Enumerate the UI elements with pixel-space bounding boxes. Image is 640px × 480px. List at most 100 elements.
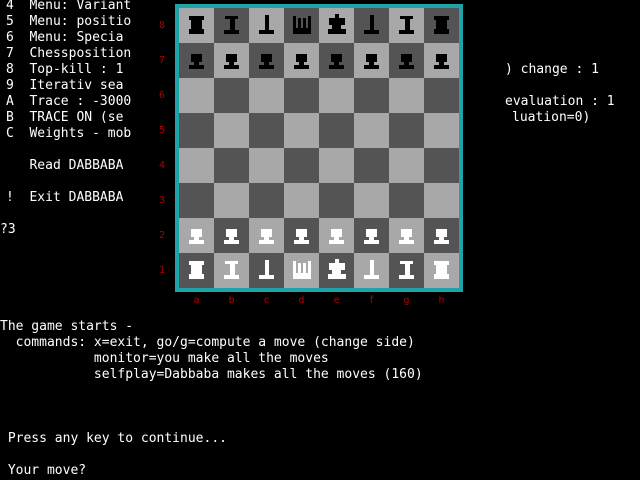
- square-c5[interactable]: [249, 113, 284, 148]
- square-d4[interactable]: [284, 148, 319, 183]
- menu-item-top-kill[interactable]: 8 Top-kill : 1: [6, 62, 123, 78]
- rank-label-6: 6: [158, 90, 166, 101]
- square-g1[interactable]: [389, 253, 424, 288]
- white-rook-icon: [434, 261, 449, 279]
- square-f4[interactable]: [354, 148, 389, 183]
- square-g3[interactable]: [389, 183, 424, 218]
- square-d5[interactable]: [284, 113, 319, 148]
- square-a6[interactable]: [179, 78, 214, 113]
- menu-item-iterative-search[interactable]: 9 Iterativ sea: [6, 78, 123, 94]
- square-f8[interactable]: [354, 8, 389, 43]
- square-e5[interactable]: [319, 113, 354, 148]
- file-label-e: e: [333, 295, 340, 306]
- square-e7[interactable]: [319, 43, 354, 78]
- square-f7[interactable]: [354, 43, 389, 78]
- square-a4[interactable]: [179, 148, 214, 183]
- square-g6[interactable]: [389, 78, 424, 113]
- square-b4[interactable]: [214, 148, 249, 183]
- commands-line-3: selfplay=Dabbaba makes all the moves (16…: [0, 367, 423, 382]
- square-e2[interactable]: [319, 218, 354, 253]
- right-text-evaluation-zero: luation=0): [512, 110, 591, 125]
- square-d6[interactable]: [284, 78, 319, 113]
- square-h3[interactable]: [424, 183, 459, 218]
- square-a8[interactable]: [179, 8, 214, 43]
- right-text-evaluation: evaluation : 1: [505, 94, 615, 109]
- square-e6[interactable]: [319, 78, 354, 113]
- square-a1[interactable]: [179, 253, 214, 288]
- menu-item-position[interactable]: 5 Menu: positio: [6, 14, 131, 30]
- white-bishop-icon: [364, 260, 379, 279]
- menu-item-chessposition[interactable]: 7 Chessposition: [6, 46, 131, 62]
- square-g8[interactable]: [389, 8, 424, 43]
- square-c7[interactable]: [249, 43, 284, 78]
- white-bishop-icon: [259, 260, 274, 279]
- white-pawn-icon: [189, 229, 204, 244]
- square-h2[interactable]: [424, 218, 459, 253]
- menu-item-exit[interactable]: ! Exit DABBABA: [6, 190, 123, 206]
- input-prompt: ?3: [0, 222, 16, 237]
- your-move-prompt[interactable]: Your move?: [0, 463, 86, 479]
- square-h5[interactable]: [424, 113, 459, 148]
- square-d1[interactable]: [284, 253, 319, 288]
- square-h4[interactable]: [424, 148, 459, 183]
- black-pawn-icon: [399, 54, 414, 69]
- menu-item-trace[interactable]: A Trace : -3000: [6, 94, 131, 110]
- square-h1[interactable]: [424, 253, 459, 288]
- square-f6[interactable]: [354, 78, 389, 113]
- menu-item-variant[interactable]: 4 Menu: Variant: [6, 0, 131, 14]
- square-f2[interactable]: [354, 218, 389, 253]
- square-b3[interactable]: [214, 183, 249, 218]
- file-label-d: d: [298, 295, 305, 306]
- square-b6[interactable]: [214, 78, 249, 113]
- square-d2[interactable]: [284, 218, 319, 253]
- square-b8[interactable]: [214, 8, 249, 43]
- square-e8[interactable]: [319, 8, 354, 43]
- square-e3[interactable]: [319, 183, 354, 218]
- square-d8[interactable]: [284, 8, 319, 43]
- square-g2[interactable]: [389, 218, 424, 253]
- square-f1[interactable]: [354, 253, 389, 288]
- square-d7[interactable]: [284, 43, 319, 78]
- square-h6[interactable]: [424, 78, 459, 113]
- square-a5[interactable]: [179, 113, 214, 148]
- square-a3[interactable]: [179, 183, 214, 218]
- menu-item-weights[interactable]: C Weights - mob: [6, 126, 131, 142]
- white-pawn-icon: [434, 229, 449, 244]
- square-c2[interactable]: [249, 218, 284, 253]
- square-e1[interactable]: [319, 253, 354, 288]
- white-knight-icon: [399, 261, 414, 279]
- press-key-message: Press any key to continue...: [0, 431, 227, 446]
- square-g4[interactable]: [389, 148, 424, 183]
- game-start-message: The game starts -: [0, 319, 134, 334]
- square-c6[interactable]: [249, 78, 284, 113]
- square-b5[interactable]: [214, 113, 249, 148]
- white-queen-icon: [293, 261, 311, 279]
- square-c8[interactable]: [249, 8, 284, 43]
- square-b1[interactable]: [214, 253, 249, 288]
- white-pawn-icon: [364, 229, 379, 244]
- rank-label-2: 2: [158, 230, 166, 241]
- rank-label-3: 3: [158, 195, 166, 206]
- square-h7[interactable]: [424, 43, 459, 78]
- square-f5[interactable]: [354, 113, 389, 148]
- square-g5[interactable]: [389, 113, 424, 148]
- square-c3[interactable]: [249, 183, 284, 218]
- square-b7[interactable]: [214, 43, 249, 78]
- square-b2[interactable]: [214, 218, 249, 253]
- square-g7[interactable]: [389, 43, 424, 78]
- square-c4[interactable]: [249, 148, 284, 183]
- menu-item-special[interactable]: 6 Menu: Specia: [6, 30, 123, 46]
- rank-label-1: 1: [158, 265, 166, 276]
- square-c1[interactable]: [249, 253, 284, 288]
- square-h8[interactable]: [424, 8, 459, 43]
- black-knight-icon: [224, 16, 239, 34]
- square-f3[interactable]: [354, 183, 389, 218]
- square-a2[interactable]: [179, 218, 214, 253]
- commands-line-2: monitor=you make all the moves: [0, 351, 329, 366]
- white-knight-icon: [224, 261, 239, 279]
- square-a7[interactable]: [179, 43, 214, 78]
- menu-item-read[interactable]: Read DABBABA: [6, 158, 123, 174]
- square-e4[interactable]: [319, 148, 354, 183]
- square-d3[interactable]: [284, 183, 319, 218]
- menu-item-trace-on[interactable]: B TRACE ON (se: [6, 110, 123, 126]
